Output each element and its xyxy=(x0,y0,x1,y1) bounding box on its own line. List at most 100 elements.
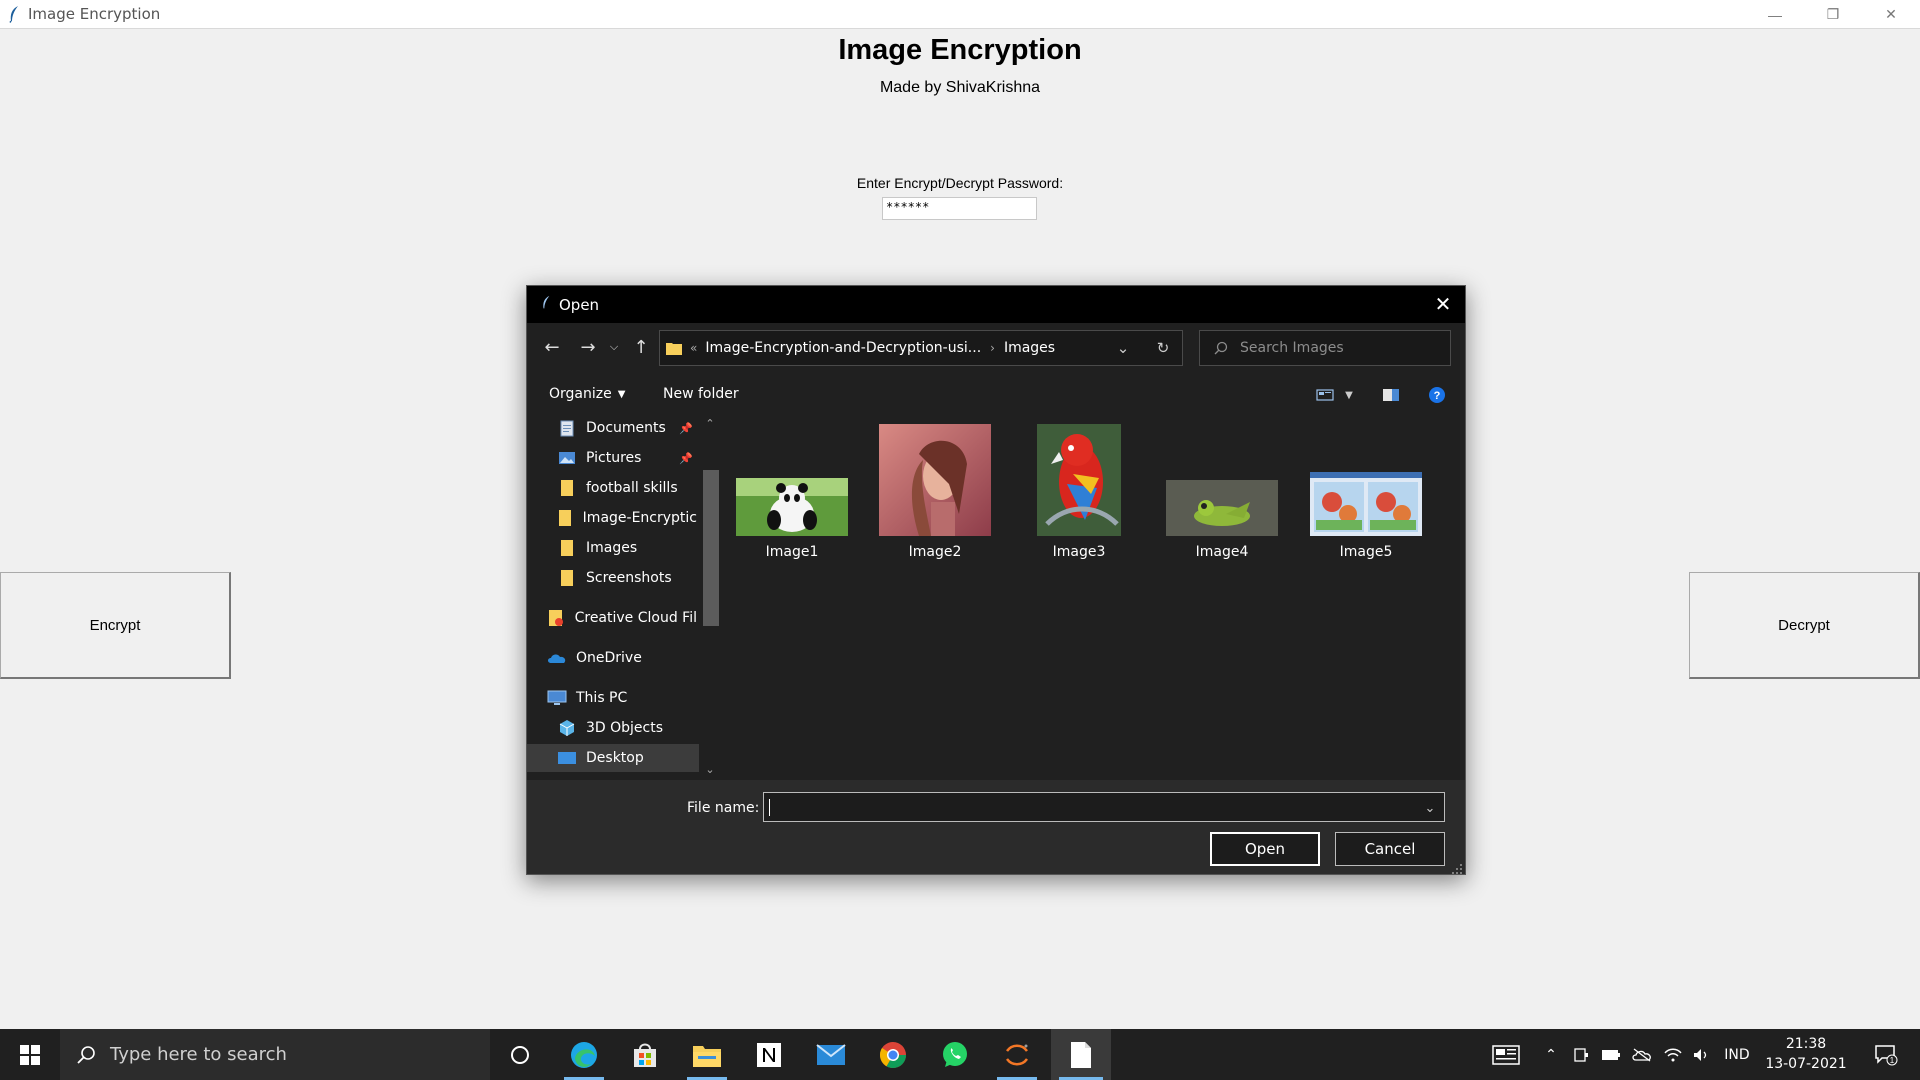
restore-button[interactable]: ❐ xyxy=(1804,0,1862,29)
file-item-image1[interactable]: Image1 xyxy=(727,424,857,560)
sidebar-item-pictures[interactable]: Pictures 📌 xyxy=(557,444,697,472)
jupyter-icon[interactable] xyxy=(989,1029,1045,1080)
file-name-input[interactable]: ⌄ xyxy=(763,792,1445,822)
sidebar-item-3d-objects[interactable]: 3D Objects xyxy=(557,714,697,742)
file-list: Image1 Image2 Image3 Image4 Image5 xyxy=(727,414,1465,780)
sidebar-item-label: Documents xyxy=(586,420,666,436)
volume-icon[interactable] xyxy=(1688,1029,1714,1080)
password-input[interactable]: ****** xyxy=(882,197,1037,220)
dialog-title: Open xyxy=(559,295,600,314)
language-indicator[interactable]: IND xyxy=(1718,1029,1756,1080)
file-item-image3[interactable]: Image3 xyxy=(1014,424,1144,560)
search-icon xyxy=(76,1045,96,1065)
sidebar-item-creative-cloud[interactable]: Creative Cloud Fil xyxy=(547,604,697,632)
feather-icon xyxy=(541,295,551,314)
sidebar-item-label: This PC xyxy=(576,690,628,706)
file-item-label: Image4 xyxy=(1195,544,1249,560)
navigation-pane-scrollbar[interactable]: ⌃ ⌄ xyxy=(700,414,720,780)
windows-start-icon[interactable] xyxy=(0,1029,60,1080)
onedrive-offline-icon[interactable] xyxy=(1628,1029,1656,1080)
minimize-button[interactable]: — xyxy=(1746,0,1804,29)
new-folder-button[interactable]: New folder xyxy=(663,386,739,402)
sidebar-item-label: Pictures xyxy=(586,450,642,466)
folder-icon xyxy=(557,479,577,497)
sidebar-item-onedrive[interactable]: OneDrive xyxy=(547,644,697,672)
svg-text:?: ? xyxy=(1434,390,1441,402)
open-button[interactable]: Open xyxy=(1210,832,1320,866)
sidebar-item-this-pc[interactable]: This PC xyxy=(547,684,697,712)
sidebar-item-football-skills[interactable]: football skills xyxy=(557,474,697,502)
search-placeholder: Search Images xyxy=(1240,340,1344,356)
file-item-image5[interactable]: Image5 xyxy=(1301,424,1431,560)
taskbar-search-box[interactable]: Type here to search xyxy=(60,1029,490,1080)
forward-arrow-icon[interactable]: → xyxy=(575,334,601,360)
onedrive-icon xyxy=(547,649,567,667)
app-heading: Image Encryption xyxy=(838,34,1082,66)
address-segment-current[interactable]: Images xyxy=(1004,340,1055,356)
file-item-image2[interactable]: Image2 xyxy=(870,424,1000,560)
dialog-footer: File name: ⌄ Open Cancel xyxy=(527,780,1465,874)
news-and-interests-icon[interactable] xyxy=(1486,1029,1526,1080)
notification-count: 1 xyxy=(1890,1056,1895,1065)
address-separator: › xyxy=(990,341,995,355)
back-arrow-icon[interactable]: ← xyxy=(539,334,565,360)
mail-icon[interactable] xyxy=(803,1029,859,1080)
3d-objects-icon xyxy=(557,719,577,737)
whatsapp-icon[interactable] xyxy=(927,1029,983,1080)
refresh-icon[interactable]: ↻ xyxy=(1146,331,1180,365)
sidebar-item-desktop[interactable]: Desktop xyxy=(527,744,699,772)
change-view-icon[interactable] xyxy=(1313,384,1337,406)
sidebar-item-label: football skills xyxy=(586,480,678,496)
wifi-icon[interactable] xyxy=(1660,1029,1686,1080)
help-icon[interactable]: ? xyxy=(1425,384,1449,406)
decrypt-button[interactable]: Decrypt xyxy=(1689,572,1920,679)
chevron-down-icon[interactable]: ⌄ xyxy=(1106,331,1140,365)
cortana-icon[interactable] xyxy=(492,1029,548,1080)
device-icon[interactable] xyxy=(1568,1029,1594,1080)
scrollbar-thumb[interactable] xyxy=(703,470,719,626)
documents-icon xyxy=(557,419,577,437)
pin-icon: 📌 xyxy=(679,421,693,435)
scroll-up-icon[interactable]: ⌃ xyxy=(700,414,720,432)
taskbar-clock[interactable]: 21:38 13-07-2021 xyxy=(1760,1034,1852,1074)
up-arrow-icon[interactable]: ↑ xyxy=(628,334,654,360)
view-options-dropdown-icon[interactable]: ▼ xyxy=(1337,384,1361,406)
show-hidden-icons-icon[interactable]: ⌃ xyxy=(1538,1029,1564,1080)
clock-date: 13-07-2021 xyxy=(1765,1056,1847,1072)
address-segment-parent[interactable]: Image-Encryption-and-Decryption-usi... xyxy=(705,340,981,356)
address-overflow[interactable]: « xyxy=(690,341,697,355)
cancel-button[interactable]: Cancel xyxy=(1335,832,1445,866)
preview-pane-icon[interactable] xyxy=(1379,384,1403,406)
caret-down-icon: ▼ xyxy=(617,388,626,400)
notion-icon[interactable] xyxy=(741,1029,797,1080)
app-window-title: Image Encryption xyxy=(28,5,161,23)
password-label: Enter Encrypt/Decrypt Password: xyxy=(856,175,1064,191)
battery-icon[interactable] xyxy=(1598,1029,1624,1080)
close-button[interactable]: ✕ xyxy=(1862,0,1920,29)
sidebar-item-images[interactable]: Images xyxy=(557,534,697,562)
sidebar-item-screenshots[interactable]: Screenshots xyxy=(557,564,697,592)
chevron-down-icon[interactable]: ⌄ xyxy=(1420,798,1440,818)
edge-browser-icon[interactable] xyxy=(556,1029,612,1080)
organize-button[interactable]: Organize ▼ xyxy=(549,386,625,402)
address-bar[interactable]: « Image-Encryption-and-Decryption-usi...… xyxy=(659,330,1183,366)
tk-application-icon[interactable] xyxy=(1051,1029,1111,1080)
encrypt-button[interactable]: Encrypt xyxy=(0,572,231,679)
scroll-down-icon[interactable]: ⌄ xyxy=(700,760,720,778)
file-item-image4[interactable]: Image4 xyxy=(1157,424,1287,560)
recent-locations-icon[interactable]: ⌵ xyxy=(601,334,627,360)
dialog-close-button[interactable]: ✕ xyxy=(1429,290,1457,318)
image-thumbnail xyxy=(736,424,848,536)
sidebar-item-image-encryption[interactable]: Image-Encryptic xyxy=(557,504,697,532)
chrome-icon[interactable] xyxy=(865,1029,921,1080)
notification-center-icon[interactable]: 1 xyxy=(1866,1029,1906,1080)
microsoft-store-icon[interactable] xyxy=(617,1029,673,1080)
search-box[interactable]: Search Images xyxy=(1199,330,1451,366)
resize-grip-icon[interactable] xyxy=(1451,860,1463,874)
sidebar-item-documents[interactable]: Documents 📌 xyxy=(557,414,697,442)
sidebar-item-label: Image-Encryptic xyxy=(582,510,697,526)
file-explorer-icon[interactable] xyxy=(679,1029,735,1080)
sidebar-item-label: Creative Cloud Fil xyxy=(574,610,697,626)
organize-label: Organize xyxy=(549,386,612,402)
file-item-label: Image5 xyxy=(1339,544,1393,560)
